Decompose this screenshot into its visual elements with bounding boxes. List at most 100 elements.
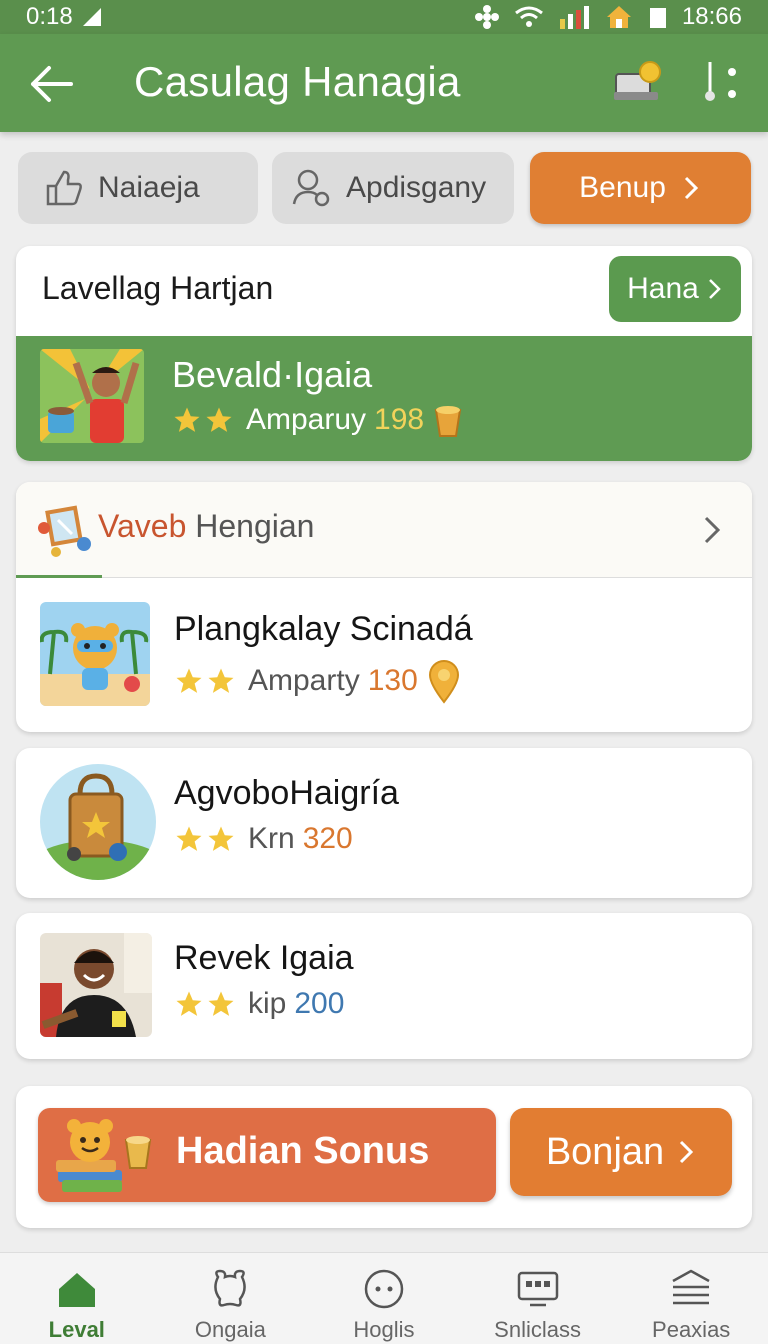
- item-name: Plangkalay Scinadá: [174, 610, 473, 648]
- status-time-right: 18:66: [681, 3, 742, 30]
- star-icon: [176, 826, 202, 851]
- flower-icon: [474, 5, 499, 29]
- section-more-button[interactable]: Hana: [609, 256, 741, 322]
- category-section-card: Vaveb Hengian Plangkalay Scinadá Amparty…: [16, 482, 752, 732]
- meta-value: 198: [374, 403, 425, 436]
- coin-chest-icon: [614, 61, 661, 100]
- paint-frame-icon: [38, 505, 91, 557]
- cartoon-bear-image: [40, 602, 150, 706]
- bonus-action-button[interactable]: Bonjan: [510, 1108, 732, 1196]
- bonus-card: Hadian Sonus Bonjan: [16, 1086, 752, 1228]
- arrow-left-icon: [31, 66, 73, 102]
- nav-tab-ongaia[interactable]: Ongaia: [154, 1253, 308, 1344]
- signal-icon: [82, 8, 101, 26]
- user-settings-icon: [292, 169, 330, 207]
- featured-meta: Amparuy 198: [172, 402, 464, 438]
- face-icon: [364, 1269, 404, 1309]
- nav-label: Peaxias: [652, 1317, 731, 1342]
- layers-icon: [672, 1269, 710, 1305]
- thumbs-up-icon: [46, 170, 82, 206]
- back-button[interactable]: [28, 62, 76, 106]
- item-meta: kip 200: [174, 987, 344, 1021]
- status-time-left: 0:18: [26, 3, 73, 30]
- house-status-icon: [606, 6, 631, 28]
- bonus-label: Hadian Sonus: [176, 1130, 430, 1172]
- rating-stars: [174, 824, 236, 854]
- list-item[interactable]: Revek Igaia kip 200: [16, 913, 752, 1059]
- bear-icon: [214, 1269, 247, 1307]
- tab-indicator: [16, 575, 102, 578]
- nav-label: Ongaia: [194, 1317, 266, 1342]
- chart-signal-icon: [559, 6, 589, 29]
- featured-section-card: Lavellag Hartjan Hana Bevald·Igaia Ampar…: [16, 246, 752, 461]
- app-bar: Casulag Hanagia: [0, 34, 768, 132]
- nav-tab-leval[interactable]: Leval: [0, 1253, 154, 1344]
- meta-value: 320: [302, 822, 353, 855]
- rating-stars: [174, 989, 236, 1019]
- chevron-right-icon: [704, 516, 721, 544]
- item-thumbnail: [40, 602, 150, 706]
- more-options-icon: [705, 62, 736, 101]
- category-title-accent: Vaveb: [98, 508, 187, 544]
- nav-tab-snliclass[interactable]: Snliclass: [461, 1253, 615, 1344]
- item-name: AgvoboHaigría: [174, 774, 399, 812]
- status-bar: 0:18 18:66: [0, 0, 768, 34]
- bear-books-icon: [56, 1119, 152, 1192]
- section-heading: Lavellag Hartjan: [42, 270, 274, 306]
- battery-icon: [649, 8, 666, 28]
- bottom-nav: Leval Ongaia Hoglis Snliclass Peaxias: [0, 1252, 768, 1344]
- wifi-icon: [515, 6, 543, 27]
- location-coin-icon: [428, 660, 459, 704]
- nav-label: Leval: [48, 1317, 105, 1342]
- chip-label: Benup: [579, 171, 666, 204]
- meta-value: 200: [294, 987, 345, 1020]
- star-icon: [208, 668, 234, 693]
- bonus-banner-button[interactable]: Hadian Sonus: [38, 1108, 496, 1202]
- item-name: Revek Igaia: [174, 939, 354, 977]
- chevron-right-icon: [684, 176, 698, 200]
- meta-label: Amparty: [248, 664, 360, 697]
- meta-value: 130: [367, 664, 418, 697]
- chevron-right-icon: [680, 1140, 694, 1164]
- boy-photo-image: [40, 349, 144, 443]
- category-header[interactable]: Vaveb Hengian: [16, 482, 752, 578]
- nav-tab-hoglis[interactable]: Hoglis: [307, 1253, 461, 1344]
- home-icon: [58, 1273, 95, 1307]
- monitor-icon: [517, 1271, 558, 1307]
- treasure-bag-image: [40, 764, 156, 880]
- star-icon: [208, 991, 234, 1016]
- featured-name: Bevald·Igaia: [172, 354, 373, 395]
- chevron-right-icon: [708, 279, 721, 299]
- nav-tab-peaxias[interactable]: Peaxias: [614, 1253, 768, 1344]
- rating-stars: [172, 405, 234, 435]
- chip-naiaeja[interactable]: Naiaeja: [18, 152, 258, 224]
- star-icon: [206, 407, 232, 432]
- item-thumbnail: [40, 764, 156, 880]
- chip-benup[interactable]: Benup: [530, 152, 751, 224]
- list-item[interactable]: AgvoboHaigría Krn 320: [16, 748, 752, 898]
- featured-thumbnail: [40, 349, 144, 443]
- meta-label: kip: [248, 987, 287, 1020]
- featured-item[interactable]: Bevald·Igaia Amparuy 198: [16, 336, 752, 461]
- chip-label: Apdisgany: [346, 171, 487, 204]
- item-meta: Krn 320: [174, 822, 353, 856]
- star-icon: [174, 407, 200, 432]
- coin-cup-icon: [434, 406, 462, 437]
- star-icon: [176, 668, 202, 693]
- star-icon: [176, 991, 202, 1016]
- item-meta: Amparty 130: [174, 658, 462, 704]
- category-title: Vaveb Hengian: [98, 508, 314, 545]
- nav-label: Snliclass: [494, 1317, 581, 1342]
- page-title: Casulag Hanagia: [134, 58, 461, 105]
- chip-apdisgany[interactable]: Apdisgany: [272, 152, 514, 224]
- chip-label: Naiaeja: [98, 171, 200, 204]
- item-thumbnail: [40, 933, 152, 1037]
- meta-label: Krn: [248, 822, 295, 855]
- person-photo-image: [40, 933, 152, 1037]
- nav-label: Hoglis: [353, 1317, 415, 1342]
- category-title-rest: Hengian: [186, 508, 315, 544]
- more-options-button[interactable]: [700, 58, 744, 108]
- bonus-action-label: Bonjan: [545, 1130, 665, 1173]
- coin-chest-button[interactable]: [610, 58, 666, 108]
- section-more-label: Hana: [627, 272, 699, 305]
